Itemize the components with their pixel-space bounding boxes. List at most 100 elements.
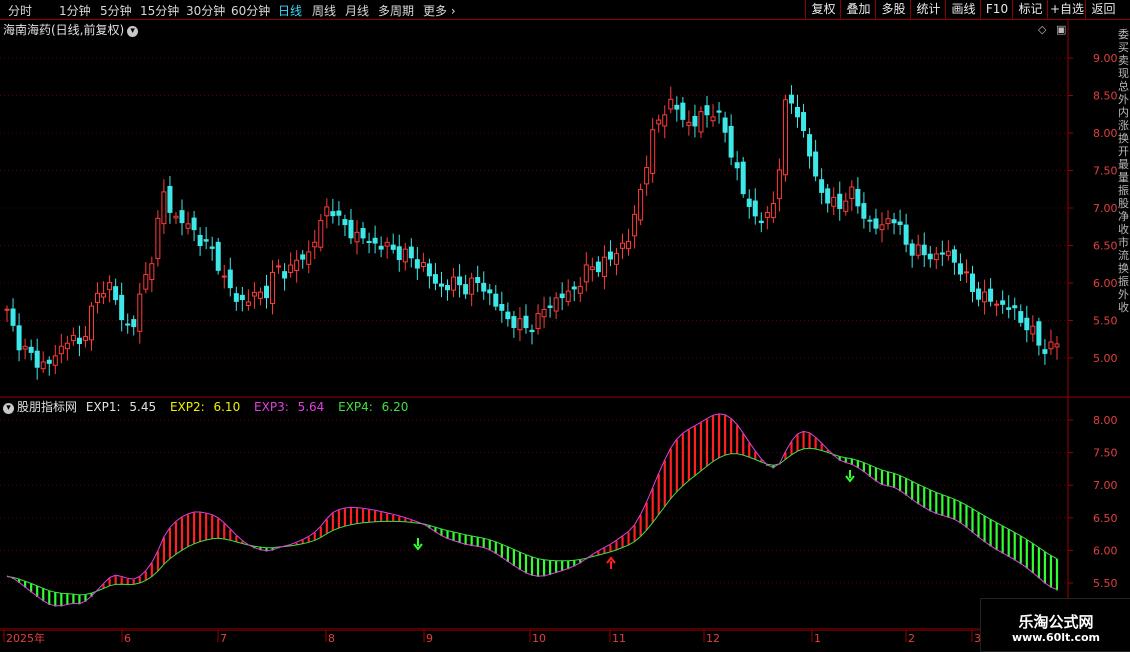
signal-arrow-up-icon bbox=[606, 556, 616, 569]
candle bbox=[565, 279, 571, 306]
candle bbox=[782, 94, 788, 182]
candlestick-chart[interactable]: 9.00 8.50 8.00 7.50 7.00 6.50 6.00 5.50 5.00 bbox=[0, 20, 1130, 398]
x-tick-label: 10 bbox=[532, 632, 546, 645]
candle-body bbox=[52, 355, 58, 366]
candle-body bbox=[873, 218, 879, 229]
candle-body bbox=[505, 311, 511, 320]
fuquan-button[interactable]: 复权 bbox=[805, 0, 841, 19]
candle-body bbox=[113, 286, 119, 301]
candle-body bbox=[710, 116, 716, 122]
candle-body bbox=[270, 271, 276, 304]
watermark-title: 乐淘公式网 bbox=[1018, 613, 1094, 631]
candle bbox=[95, 282, 101, 314]
candle bbox=[674, 96, 680, 122]
candle-body bbox=[1036, 321, 1042, 346]
candle-body bbox=[1024, 317, 1030, 331]
tab-5min[interactable]: 5分钟 bbox=[100, 2, 132, 19]
add-favorite-button[interactable]: +自选 bbox=[1047, 0, 1086, 19]
tab-daily[interactable]: 日线 bbox=[278, 2, 302, 19]
candle bbox=[764, 206, 770, 230]
f10-button[interactable]: F10 bbox=[980, 0, 1013, 19]
candle bbox=[276, 259, 282, 274]
candle bbox=[686, 110, 692, 136]
candle bbox=[867, 215, 873, 233]
tab-60min[interactable]: 60分钟 bbox=[231, 2, 270, 19]
candle bbox=[915, 234, 921, 260]
candle-body bbox=[752, 200, 758, 217]
candle-body bbox=[95, 292, 101, 304]
candle-body bbox=[426, 263, 432, 277]
x-tick-label: 1 bbox=[814, 632, 821, 645]
candle bbox=[451, 268, 457, 298]
candle bbox=[849, 180, 855, 212]
candle-body bbox=[131, 319, 137, 328]
candle bbox=[758, 212, 764, 233]
candle bbox=[734, 151, 740, 181]
candle bbox=[209, 236, 215, 261]
candle bbox=[680, 96, 686, 128]
candle-body bbox=[813, 151, 819, 177]
candle bbox=[559, 282, 565, 311]
candle bbox=[137, 282, 143, 344]
candle bbox=[372, 225, 378, 254]
candle-body bbox=[276, 265, 282, 268]
more-menu[interactable]: 更多 › bbox=[423, 2, 456, 19]
candle bbox=[4, 305, 10, 322]
candle-body bbox=[348, 219, 354, 239]
candle-body bbox=[722, 117, 728, 133]
candle-body bbox=[342, 219, 348, 226]
candle-body bbox=[414, 259, 420, 269]
candle bbox=[994, 299, 1000, 317]
candle-body bbox=[843, 200, 849, 212]
candle-body bbox=[239, 294, 245, 301]
candle bbox=[64, 335, 70, 361]
candle bbox=[167, 176, 173, 224]
candle-body bbox=[607, 251, 613, 260]
candle bbox=[626, 228, 632, 256]
y-tick-label: 5.50 bbox=[1093, 577, 1118, 590]
candle bbox=[143, 262, 149, 294]
candle-body bbox=[457, 276, 463, 286]
candle-body bbox=[396, 246, 402, 261]
back-button[interactable]: 返回 bbox=[1085, 0, 1121, 19]
candle-body bbox=[601, 256, 607, 278]
candle-body bbox=[583, 264, 589, 283]
candle bbox=[101, 281, 107, 305]
candle bbox=[620, 233, 626, 260]
tab-15min[interactable]: 15分钟 bbox=[140, 2, 179, 19]
candle-body bbox=[644, 167, 650, 185]
tab-multi-period[interactable]: 多周期 bbox=[378, 2, 414, 19]
candle-body bbox=[698, 111, 704, 133]
watermark: 乐淘公式网 www.60lt.com bbox=[980, 598, 1130, 652]
candle-body bbox=[330, 211, 336, 217]
indicator-chart[interactable]: 8.00 7.50 7.00 6.50 6.00 5.50 bbox=[0, 396, 1130, 630]
candle bbox=[632, 205, 638, 249]
tab-weekly[interactable]: 周线 bbox=[312, 2, 336, 19]
candle-body bbox=[535, 313, 541, 330]
candle bbox=[662, 105, 668, 139]
candle-body bbox=[547, 305, 553, 308]
candle-body bbox=[686, 121, 692, 126]
candle-body bbox=[626, 240, 632, 250]
candle-body bbox=[662, 114, 668, 127]
candle-body bbox=[263, 285, 269, 299]
tab-fenshi[interactable]: 分时 bbox=[8, 2, 32, 19]
candle-body bbox=[119, 294, 125, 321]
tab-30min[interactable]: 30分钟 bbox=[186, 2, 225, 19]
candle bbox=[1024, 305, 1030, 343]
candle-body bbox=[143, 274, 149, 290]
y-tick-label: 7.00 bbox=[1093, 479, 1118, 492]
candle-body bbox=[831, 196, 837, 207]
candle-body bbox=[988, 288, 994, 302]
draw-line-button[interactable]: 画线 bbox=[945, 0, 981, 19]
candle-body bbox=[245, 301, 251, 306]
tab-monthly[interactable]: 月线 bbox=[345, 2, 369, 19]
tab-1min[interactable]: 1分钟 bbox=[59, 2, 91, 19]
overlay-button[interactable]: 叠加 bbox=[840, 0, 876, 19]
multi-stock-button[interactable]: 多股 bbox=[875, 0, 911, 19]
stats-button[interactable]: 统计 bbox=[910, 0, 946, 19]
mark-button[interactable]: 标记 bbox=[1012, 0, 1048, 19]
candle bbox=[318, 213, 324, 252]
y-tick-label: 6.00 bbox=[1093, 277, 1118, 290]
candle-body bbox=[360, 228, 366, 239]
